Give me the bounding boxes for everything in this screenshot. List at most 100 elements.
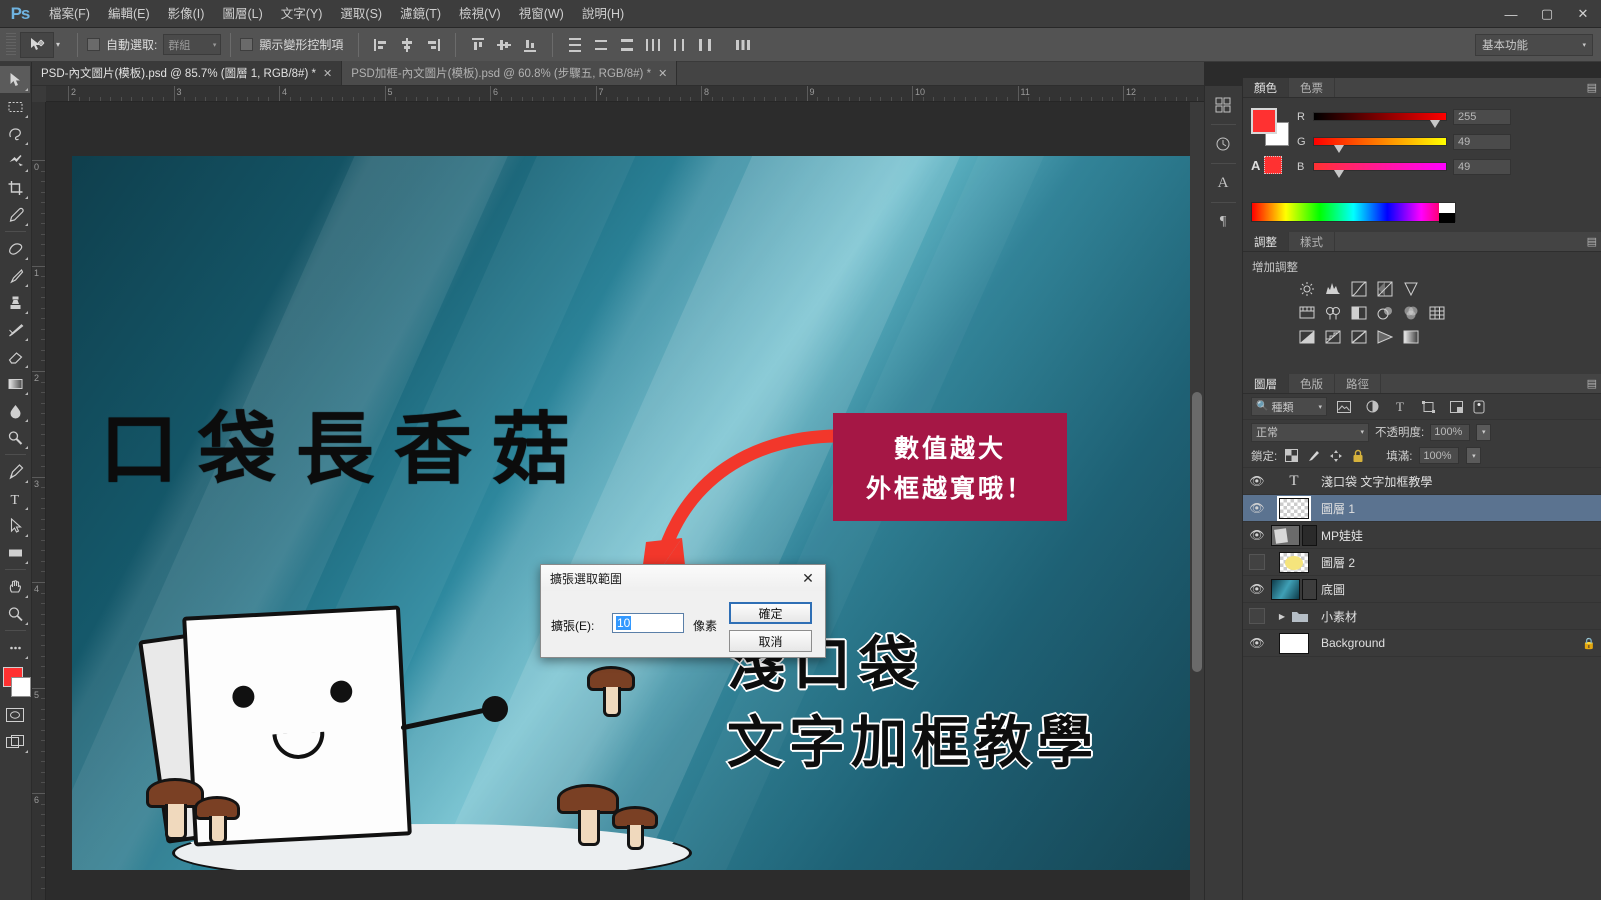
- layer-thumbnail[interactable]: [1279, 633, 1309, 654]
- channel-slider-b[interactable]: [1313, 162, 1447, 171]
- align-left-edges-button[interactable]: [370, 34, 392, 56]
- distribute-bottom-button[interactable]: [616, 34, 638, 56]
- move-tool-icon[interactable]: [0, 66, 30, 93]
- dodge-tool-icon[interactable]: [0, 424, 30, 451]
- eye-icon-off[interactable]: [1249, 554, 1265, 570]
- layer-name[interactable]: 底圖: [1317, 581, 1577, 598]
- layer-thumbnail[interactable]: [1279, 498, 1309, 519]
- photo-filter-icon[interactable]: [1375, 303, 1395, 322]
- history-icon[interactable]: [1205, 129, 1241, 159]
- eye-icon-off[interactable]: [1249, 608, 1265, 624]
- layer-mask-thumbnail[interactable]: [1302, 579, 1317, 600]
- edit-toolbar-icon[interactable]: [0, 634, 30, 661]
- background-color-swatch[interactable]: [11, 677, 31, 697]
- color-swatches[interactable]: [0, 665, 30, 699]
- canvas-viewport[interactable]: 口袋長香菇: [46, 102, 1204, 900]
- eye-icon[interactable]: 👁: [1249, 474, 1264, 488]
- filter-shape-icon[interactable]: [1417, 397, 1439, 416]
- menu-view[interactable]: 檢視(V): [450, 0, 510, 28]
- rectangle-tool-icon[interactable]: [0, 539, 30, 566]
- maximize-button[interactable]: ▢: [1529, 0, 1565, 28]
- eyedropper-tool-icon[interactable]: [0, 201, 30, 228]
- distribute-vertical-center-button[interactable]: [590, 34, 612, 56]
- invert-icon[interactable]: [1297, 327, 1317, 346]
- healing-brush-tool-icon[interactable]: [0, 235, 30, 262]
- curves-icon[interactable]: [1349, 279, 1369, 298]
- layer-visibility-toggle[interactable]: [1243, 554, 1271, 570]
- expand-amount-input[interactable]: 10: [612, 613, 684, 633]
- lock-transparent-pixels-icon[interactable]: [1284, 448, 1299, 464]
- gradient-tool-icon[interactable]: [0, 370, 30, 397]
- layer-visibility-toggle[interactable]: 👁: [1243, 474, 1271, 488]
- lock-position-icon[interactable]: [1328, 448, 1343, 464]
- menu-image[interactable]: 影像(I): [159, 0, 214, 28]
- color-balance-icon[interactable]: [1323, 303, 1343, 322]
- channel-slider-r[interactable]: [1313, 112, 1447, 121]
- eye-icon[interactable]: 👁: [1249, 636, 1264, 650]
- adjustments-panel-tab-1[interactable]: 樣式: [1289, 232, 1335, 251]
- brightness-icon[interactable]: [1297, 279, 1317, 298]
- channel-slider-knob[interactable]: [1334, 170, 1344, 178]
- channel-value-r[interactable]: 255: [1453, 109, 1511, 125]
- zoom-tool-icon[interactable]: [0, 600, 30, 627]
- workspace-selector[interactable]: 基本功能 ▾: [1475, 34, 1593, 56]
- layer-visibility-toggle[interactable]: 👁: [1243, 582, 1271, 596]
- layer-name[interactable]: 小素材: [1317, 608, 1577, 625]
- history-brush-tool-icon[interactable]: [0, 316, 30, 343]
- exposure-icon[interactable]: [1375, 279, 1395, 298]
- layer-filter-kind-dropdown[interactable]: 🔍 種類 ▾: [1251, 397, 1327, 416]
- canvas-vertical-scrollbar-thumb[interactable]: [1192, 392, 1202, 672]
- quick-selection-tool-icon[interactable]: [0, 147, 30, 174]
- distribute-top-button[interactable]: [564, 34, 586, 56]
- menu-select[interactable]: 選取(S): [331, 0, 391, 28]
- layer-row[interactable]: 👁T淺口袋 文字加框教學: [1243, 468, 1601, 495]
- gradient-map-icon[interactable]: [1401, 327, 1421, 346]
- channel-slider-knob[interactable]: [1334, 145, 1344, 153]
- blend-mode-dropdown[interactable]: 正常 ▾: [1251, 423, 1369, 442]
- color-panel-menu-icon[interactable]: ▤: [1587, 81, 1597, 94]
- distribute-spacing-button[interactable]: [732, 34, 754, 56]
- color-spectrum-strip[interactable]: [1251, 202, 1456, 222]
- close-icon[interactable]: ✕: [658, 67, 667, 80]
- distribute-horizontal-center-button[interactable]: [668, 34, 690, 56]
- layer-visibility-toggle[interactable]: 👁: [1243, 528, 1271, 542]
- layers-panel-tab-1[interactable]: 色版: [1289, 374, 1335, 393]
- expand-selection-dialog[interactable]: 擴張選取範圍 ✕ 擴張(E): 10 像素 確定 取消: [540, 564, 826, 658]
- fill-stepper[interactable]: ▾: [1466, 447, 1481, 464]
- menu-help[interactable]: 說明(H): [573, 0, 633, 28]
- channel-value-b[interactable]: 49: [1453, 159, 1511, 175]
- color-panel-tab-0[interactable]: 顏色: [1243, 78, 1289, 97]
- filter-enable-toggle[interactable]: [1473, 397, 1487, 416]
- alpha-color-box[interactable]: [1264, 156, 1282, 174]
- layer-thumbnail[interactable]: [1279, 552, 1309, 573]
- opacity-stepper[interactable]: ▾: [1476, 424, 1491, 441]
- layer-name[interactable]: 淺口袋 文字加框教學: [1317, 473, 1577, 490]
- vibrance-icon[interactable]: [1401, 279, 1421, 298]
- path-selection-tool-icon[interactable]: [0, 512, 30, 539]
- lock-all-icon[interactable]: [1350, 448, 1365, 464]
- selective-color-icon[interactable]: [1375, 327, 1395, 346]
- menu-layer[interactable]: 圖層(L): [213, 0, 271, 28]
- align-horizontal-centers-button[interactable]: [396, 34, 418, 56]
- levels-icon[interactable]: [1323, 279, 1343, 298]
- layer-mask-thumbnail[interactable]: [1302, 525, 1317, 546]
- color-lookup-icon[interactable]: [1427, 303, 1447, 322]
- distribute-left-button[interactable]: [642, 34, 664, 56]
- align-right-edges-button[interactable]: [422, 34, 444, 56]
- layer-row[interactable]: 👁MP娃娃: [1243, 522, 1601, 549]
- filter-smart-object-icon[interactable]: [1445, 397, 1467, 416]
- menu-window[interactable]: 視窗(W): [510, 0, 573, 28]
- minimize-button[interactable]: —: [1493, 0, 1529, 28]
- adjustments-panel-tab-0[interactable]: 調整: [1243, 232, 1289, 251]
- clone-stamp-tool-icon[interactable]: [0, 289, 30, 316]
- horizontal-ruler[interactable]: 23456789101112: [46, 86, 1204, 102]
- layer-row[interactable]: 👁 底圖: [1243, 576, 1601, 603]
- lock-image-pixels-icon[interactable]: [1306, 448, 1321, 464]
- blur-tool-icon[interactable]: [0, 397, 30, 424]
- lasso-tool-icon[interactable]: [0, 120, 30, 147]
- hue-saturation-icon[interactable]: [1297, 303, 1317, 322]
- color-panel-foreground-swatch[interactable]: [1251, 108, 1277, 134]
- threshold-icon[interactable]: [1349, 327, 1369, 346]
- align-top-edges-button[interactable]: [467, 34, 489, 56]
- character-panel-icon[interactable]: A: [1205, 168, 1241, 198]
